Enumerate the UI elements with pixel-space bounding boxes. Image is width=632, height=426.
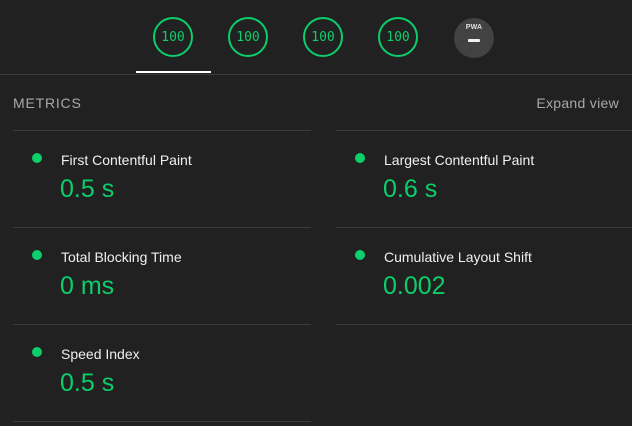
score-gauge-4[interactable]: 100 <box>378 17 418 57</box>
metric-value: 0.002 <box>383 272 446 300</box>
metric-label: Cumulative Layout Shift <box>384 249 532 265</box>
metric-value: 0 ms <box>60 272 115 300</box>
metric-value: 0.5 s <box>60 369 115 397</box>
metric-total-blocking-time: Total Blocking Time 0 ms <box>13 227 311 324</box>
metric-label: First Contentful Paint <box>61 152 192 168</box>
score-gauge-1[interactable]: 100 <box>153 17 193 57</box>
pwa-label: PWA <box>465 24 483 31</box>
score-value: 100 <box>236 29 260 45</box>
metric-label: Speed Index <box>61 346 140 362</box>
pwa-badge[interactable]: PWA <box>454 18 494 58</box>
score-value: 100 <box>386 29 410 45</box>
metric-speed-index: Speed Index 0.5 s <box>13 324 311 422</box>
pass-status-icon <box>355 153 365 163</box>
score-value: 100 <box>311 29 335 45</box>
metric-value: 0.6 s <box>383 175 438 203</box>
dash-icon <box>468 39 480 42</box>
metric-largest-contentful-paint: Largest Contentful Paint 0.6 s <box>336 130 632 227</box>
pass-status-icon <box>32 347 42 357</box>
metric-value: 0.5 s <box>60 175 115 203</box>
metrics-title: METRICS <box>13 95 82 111</box>
metric-label: Largest Contentful Paint <box>384 152 535 168</box>
pass-status-icon <box>355 250 365 260</box>
expand-view-button[interactable]: Expand view <box>536 95 619 111</box>
score-gauge-2[interactable]: 100 <box>228 17 268 57</box>
metric-cumulative-layout-shift: Cumulative Layout Shift 0.002 <box>336 227 632 325</box>
metrics-column-right: Largest Contentful Paint 0.6 s Cumulativ… <box>336 130 632 325</box>
pass-status-icon <box>32 153 42 163</box>
metrics-column-left: First Contentful Paint 0.5 s Total Block… <box>13 130 311 422</box>
score-gauges: 100 100 100 100 PWA <box>0 0 632 75</box>
score-value: 100 <box>161 29 185 45</box>
metric-label: Total Blocking Time <box>61 249 182 265</box>
active-tab-indicator <box>136 71 211 73</box>
pass-status-icon <box>32 250 42 260</box>
metric-first-contentful-paint: First Contentful Paint 0.5 s <box>13 130 311 227</box>
score-gauge-3[interactable]: 100 <box>303 17 343 57</box>
